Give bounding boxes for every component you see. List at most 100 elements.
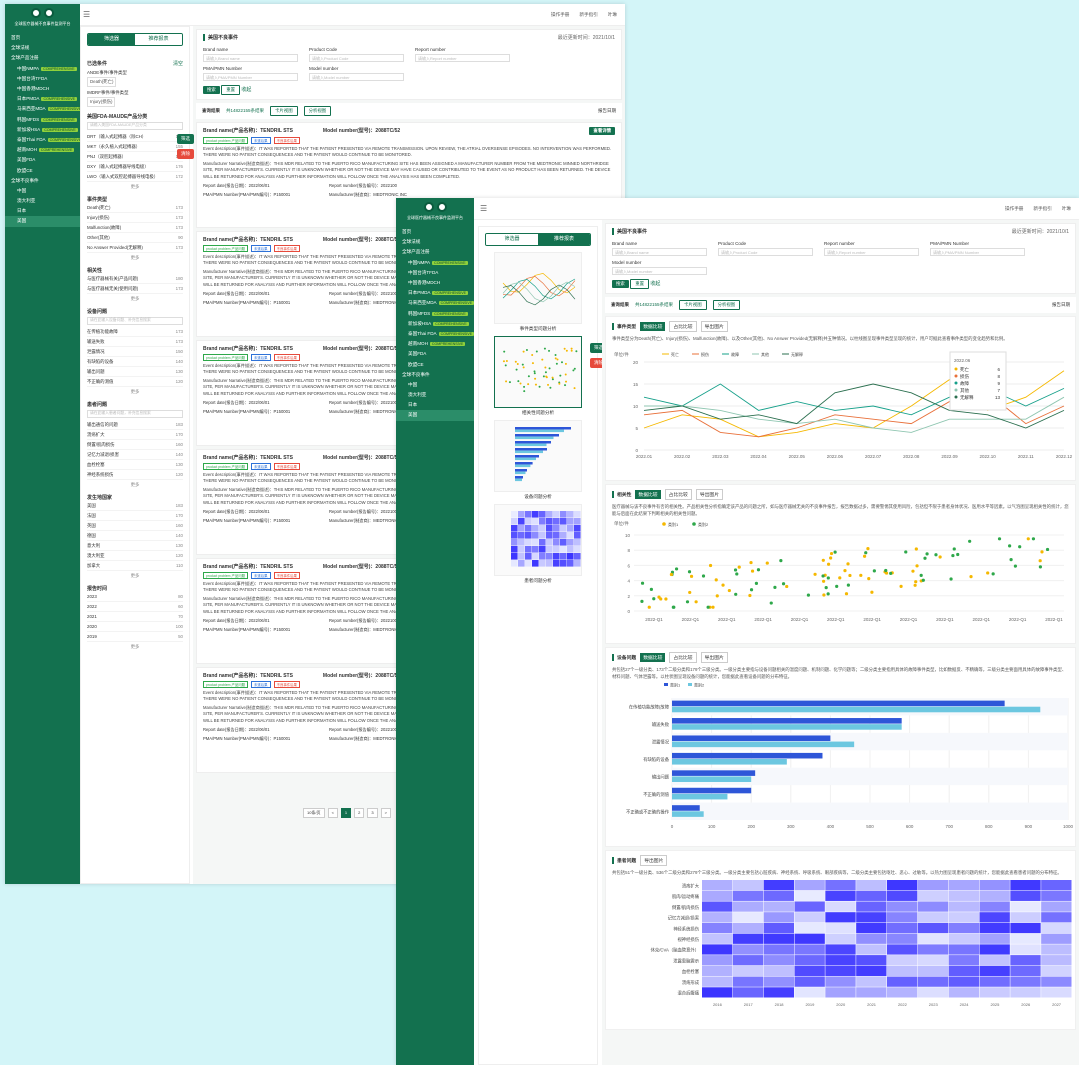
field-input[interactable]: 请输入Model number <box>612 267 707 275</box>
tab-filter[interactable]: 筛选器 <box>88 34 135 45</box>
field-input[interactable]: 请输入Report number <box>415 54 510 62</box>
tab-filter[interactable]: 筛选器 <box>486 234 538 245</box>
page-size-select[interactable]: 10条/页 <box>303 808 325 818</box>
tab-data-compare[interactable]: 数据比较 <box>640 322 666 331</box>
more-link[interactable]: 更多 <box>87 573 183 579</box>
filter-search-input[interactable]: 请在此输入设备问题、补充信息搜索 <box>87 317 183 325</box>
manual-link[interactable]: 操作手册 <box>551 12 569 18</box>
filter-option[interactable]: 在传植功能故障 173 <box>87 327 183 337</box>
filter-search-input[interactable]: 请输入美国FDA-MAUDE产品分类 <box>87 122 183 130</box>
report-thumb-device[interactable] <box>494 420 582 492</box>
filter-option[interactable]: 2022 60 <box>87 602 183 612</box>
tab-ratio-compare[interactable]: 占比比较 <box>669 321 697 332</box>
detail-button[interactable]: 查看详情 <box>589 127 615 135</box>
filter-option[interactable]: Death(死亡) 173 <box>87 203 183 213</box>
filter-option[interactable]: 与医疗器械无关(使用问题) 173 <box>87 284 183 294</box>
filter-option[interactable]: 有缺陷的设备 140 <box>87 357 183 367</box>
more-link[interactable]: 更多 <box>87 482 183 488</box>
sidebar-item[interactable]: 全球不良事件 <box>5 176 80 186</box>
field-input[interactable]: 请输入PMA/PMN Number <box>203 73 298 81</box>
filter-option[interactable]: 意大利 130 <box>87 541 183 551</box>
field-input[interactable]: 请输入Brand name <box>203 54 298 62</box>
legend-item[interactable]: 损伤 <box>692 351 709 357</box>
field-input[interactable]: 请输入Brand name <box>612 248 707 256</box>
field-input[interactable]: 请输入Report number <box>824 248 919 256</box>
legend-item[interactable]: 其他 <box>752 351 769 357</box>
help-link[interactable]: 新手指引 <box>579 12 597 18</box>
sidebar-item[interactable]: 日本PMDA COMPREHENSIVE <box>396 288 474 298</box>
filter-option[interactable]: Malfunction(故障) 173 <box>87 223 183 233</box>
field-input[interactable]: 请输入PMA/PMN Number <box>930 248 1025 256</box>
more-link[interactable]: 更多 <box>87 255 183 261</box>
filter-option[interactable]: 2020 100 <box>87 622 183 632</box>
filter-option[interactable]: Injury(损伤) 173 <box>87 213 183 223</box>
filter-option[interactable]: 输出问题 130 <box>87 367 183 377</box>
sidebar-item[interactable]: 欧盟CE <box>5 165 80 175</box>
filter-option[interactable]: 泄露情况 150 <box>87 347 183 357</box>
export-button[interactable]: 导出图片 <box>700 652 728 663</box>
sidebar-item[interactable]: 中国 <box>5 186 80 196</box>
filter-option[interactable]: 不正确的测值 120 <box>87 377 183 387</box>
tab-analysis-view[interactable]: 分析视图 <box>303 106 332 116</box>
sidebar-item[interactable]: 中国台湾TFDA <box>396 268 474 278</box>
filter-option[interactable]: DXY（输入式起搏器导线电极） 176 <box>87 162 183 172</box>
filter-option[interactable]: 德国 140 <box>87 531 183 541</box>
legend-item[interactable]: 无解释 <box>782 351 803 357</box>
clear-link[interactable]: 清空 <box>173 60 183 67</box>
more-link[interactable]: 更多 <box>87 296 183 302</box>
sidebar-item[interactable]: 中国香港MDCH <box>5 84 80 94</box>
filter-option[interactable]: 与医疗器械有关(产品问题) 180 <box>87 274 183 284</box>
filter-option[interactable]: 血栓栓塞 130 <box>87 460 183 470</box>
tab-ratio-compare[interactable]: 占比比较 <box>669 652 697 663</box>
tab-report[interactable]: 推荐报表 <box>135 34 182 45</box>
legend-item[interactable]: 故障 <box>722 351 739 357</box>
filter-option[interactable]: 输送失败 173 <box>87 337 183 347</box>
sidebar-item[interactable]: 首页 <box>5 33 80 43</box>
filter-option[interactable]: 2023 80 <box>87 592 183 602</box>
reset-button[interactable]: 重置 <box>221 85 240 95</box>
filter-option[interactable]: 输出通信的问题 183 <box>87 420 183 430</box>
filter-chip[interactable]: Death(死亡) <box>87 77 117 87</box>
field-input[interactable]: 请输入Model number <box>309 73 404 81</box>
legend-item[interactable]: 类别2 <box>688 682 705 688</box>
sidebar-item[interactable]: 首页 <box>396 227 474 237</box>
fold-link[interactable]: 收起 <box>241 87 251 93</box>
filter-option[interactable]: 2021 70 <box>87 612 183 622</box>
tab-card-view[interactable]: 卡片视图 <box>270 106 298 116</box>
sidebar-item[interactable]: 韩国MFDS COMPREHENSIVE <box>396 309 474 319</box>
filter-option[interactable]: 加拿大 110 <box>87 561 183 571</box>
filter-float-button[interactable]: 筛选 <box>177 134 194 144</box>
sidebar-item[interactable]: 澳大利亚 <box>396 390 474 400</box>
sidebar-item[interactable]: 新加坡HSA COMPREHENSIVE <box>5 125 80 135</box>
tab-data-compare[interactable]: 数据比较 <box>640 653 666 662</box>
filter-option[interactable]: Other(其他) 90 <box>87 233 183 243</box>
sidebar-item[interactable]: 越南MOH COMPREHENSIVE <box>5 145 80 155</box>
clear-float-button[interactable]: 清除 <box>177 149 194 159</box>
help-link[interactable]: 新手指引 <box>1033 206 1051 212</box>
filter-option[interactable]: DRT（输入式起搏器（除CH）173 <box>87 132 183 142</box>
sidebar-item[interactable]: 全球产品注册 <box>396 247 474 257</box>
legend-item[interactable]: 类别1 <box>662 521 679 527</box>
sidebar-item[interactable]: 美国 <box>5 216 80 227</box>
sidebar-item[interactable]: 澳大利亚 <box>5 196 80 206</box>
sidebar-item[interactable]: 新加坡HSA COMPREHENSIVE <box>396 319 474 329</box>
filter-search-input[interactable]: 请在此输入患者问题，补充信息搜索 <box>87 410 183 418</box>
filter-option[interactable]: 法国 170 <box>87 511 183 521</box>
export-button[interactable]: 导出图片 <box>695 489 724 500</box>
filter-chip[interactable]: Injury(损伤) <box>87 97 116 107</box>
sidebar-item[interactable]: 日本 <box>396 400 474 410</box>
sidebar-item[interactable]: 马来西亚MDA COMPREHENSIVE <box>396 298 475 308</box>
filter-option[interactable]: 澳大利亚 120 <box>87 551 183 561</box>
sidebar-item[interactable]: 全球法规 <box>396 237 474 247</box>
filter-option[interactable]: 溃疡扩大 170 <box>87 430 183 440</box>
more-link[interactable]: 更多 <box>87 389 183 395</box>
export-button[interactable]: 导出图片 <box>640 855 668 866</box>
sidebar-item[interactable]: 全球不良事件 <box>396 370 474 380</box>
report-thumb-event[interactable] <box>494 252 582 324</box>
filter-option[interactable]: PNJ（双腔起搏器）120 <box>87 152 183 162</box>
filter-option[interactable]: No Answer Provided(无解释) 173 <box>87 243 183 253</box>
page-2[interactable]: 2 <box>354 808 365 818</box>
sidebar-item[interactable]: 越南MOH COMPREHENSIVE <box>396 339 474 349</box>
user-menu[interactable]: 叶琳 <box>608 12 617 18</box>
filter-option[interactable]: LWO（输入式双腔起搏器导线电极） 172 <box>87 172 183 182</box>
